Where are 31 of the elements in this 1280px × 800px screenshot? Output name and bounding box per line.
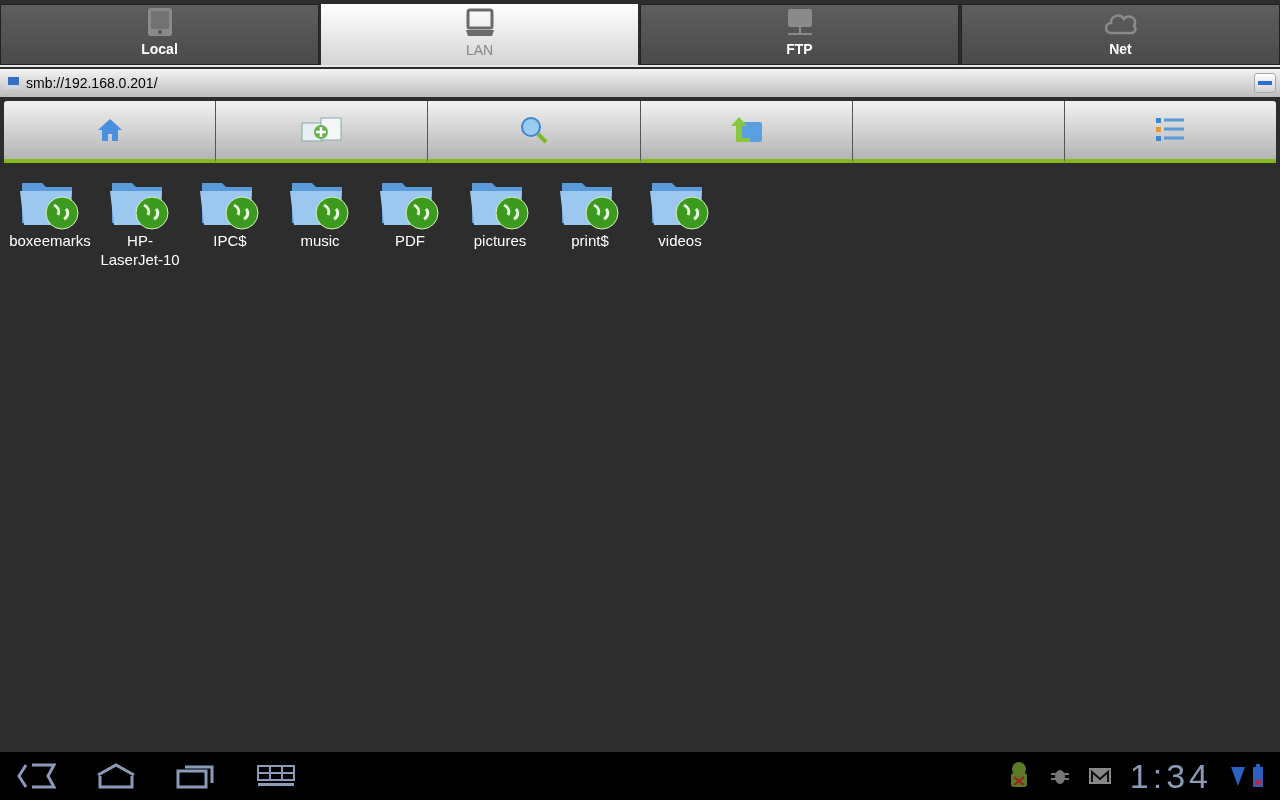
grid-icon[interactable]	[256, 763, 296, 789]
tab[interactable]: FTP	[640, 4, 959, 65]
home-icon[interactable]	[96, 763, 136, 789]
folder-label[interactable]: pictures	[456, 231, 544, 250]
clock-text: 1:34	[1129, 759, 1212, 793]
folder-label[interactable]: music	[276, 231, 364, 250]
signal-icon	[1230, 765, 1246, 787]
laptop-icon	[4, 76, 22, 90]
path-text: smb://192.168.0.201/	[26, 73, 159, 93]
folder-label[interactable]: print$	[546, 231, 634, 250]
search-icon	[519, 116, 548, 144]
tab[interactable]: Net	[961, 4, 1280, 65]
home-icon	[96, 118, 123, 142]
up-folder-icon	[728, 116, 765, 144]
tab[interactable]: Local	[0, 4, 319, 65]
folder-label[interactable]: boxeemarks	[6, 231, 94, 250]
recent-apps-icon[interactable]	[176, 763, 216, 789]
list-view-icon	[1155, 116, 1186, 144]
battery-icon	[1252, 764, 1264, 788]
folder-label[interactable]: HP-LaserJet-10	[96, 231, 184, 269]
toolbar-button[interactable]	[4, 101, 217, 163]
folder-label[interactable]: PDF	[366, 231, 454, 250]
folder-label[interactable]: videos	[636, 231, 724, 250]
laptop-icon	[464, 8, 495, 38]
mail-icon	[1087, 767, 1112, 785]
tablet-icon	[146, 7, 173, 37]
new-file-icon	[300, 117, 343, 143]
folder-label[interactable]: IPC$	[186, 231, 274, 250]
minus-icon	[1258, 81, 1272, 85]
back-icon[interactable]	[16, 763, 56, 789]
collapse-button[interactable]	[1254, 73, 1276, 93]
